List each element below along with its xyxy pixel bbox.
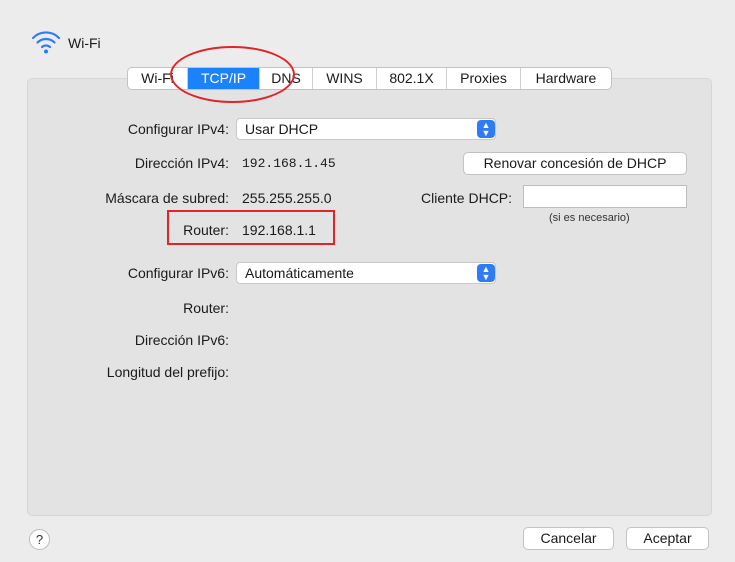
dhcp-client-label: Cliente DHCP: bbox=[421, 190, 513, 206]
configure-ipv6-label: Configurar IPv6: bbox=[127, 265, 229, 281]
help-button[interactable]: ? bbox=[29, 529, 50, 550]
router-ipv4-label: Router: bbox=[183, 222, 229, 238]
tab-dns[interactable]: DNS bbox=[260, 68, 313, 89]
ipv4-address-value: 192.168.1.45 bbox=[242, 156, 336, 171]
dhcp-client-hint: (si es necesario) bbox=[549, 212, 630, 224]
dhcp-client-field[interactable] bbox=[523, 185, 687, 208]
prefix-length-label: Longitud del prefijo: bbox=[106, 364, 229, 380]
configure-ipv6-select[interactable]: Automáticamente ▲ ▼ bbox=[236, 262, 496, 284]
settings-panel bbox=[27, 78, 712, 516]
renew-dhcp-button[interactable]: Renovar concesión de DHCP bbox=[463, 152, 687, 175]
ipv4-address-label: Dirección IPv4: bbox=[134, 155, 229, 171]
tab-proxies[interactable]: Proxies bbox=[447, 68, 521, 89]
window-header: Wi-Fi bbox=[30, 28, 101, 58]
subnet-mask-value: 255.255.255.0 bbox=[242, 190, 332, 206]
chevron-updown-icon: ▲ ▼ bbox=[477, 264, 495, 282]
configure-ipv4-select[interactable]: Usar DHCP ▲ ▼ bbox=[236, 118, 496, 140]
wifi-icon bbox=[30, 29, 62, 58]
configure-ipv4-label: Configurar IPv4: bbox=[127, 121, 229, 137]
chevron-updown-icon: ▲ ▼ bbox=[477, 120, 495, 138]
configure-ipv6-value: Automáticamente bbox=[245, 265, 354, 281]
tab-wins[interactable]: WINS bbox=[313, 68, 377, 89]
tab-hardware[interactable]: Hardware bbox=[521, 68, 611, 89]
accept-button[interactable]: Aceptar bbox=[626, 527, 709, 550]
configure-ipv4-value: Usar DHCP bbox=[245, 121, 319, 137]
subnet-mask-label: Máscara de subred: bbox=[105, 190, 229, 206]
tab-bar: Wi-Fi TCP/IP DNS WINS 802.1X Proxies Har… bbox=[127, 67, 612, 90]
tab-8021x[interactable]: 802.1X bbox=[377, 68, 447, 89]
ipv6-address-label: Dirección IPv6: bbox=[134, 332, 229, 348]
router-ipv4-value: 192.168.1.1 bbox=[242, 222, 316, 238]
router-ipv6-label: Router: bbox=[183, 300, 229, 316]
window-title: Wi-Fi bbox=[68, 35, 101, 51]
cancel-button[interactable]: Cancelar bbox=[523, 527, 614, 550]
tab-wifi[interactable]: Wi-Fi bbox=[128, 68, 188, 89]
tab-tcpip[interactable]: TCP/IP bbox=[188, 68, 260, 89]
